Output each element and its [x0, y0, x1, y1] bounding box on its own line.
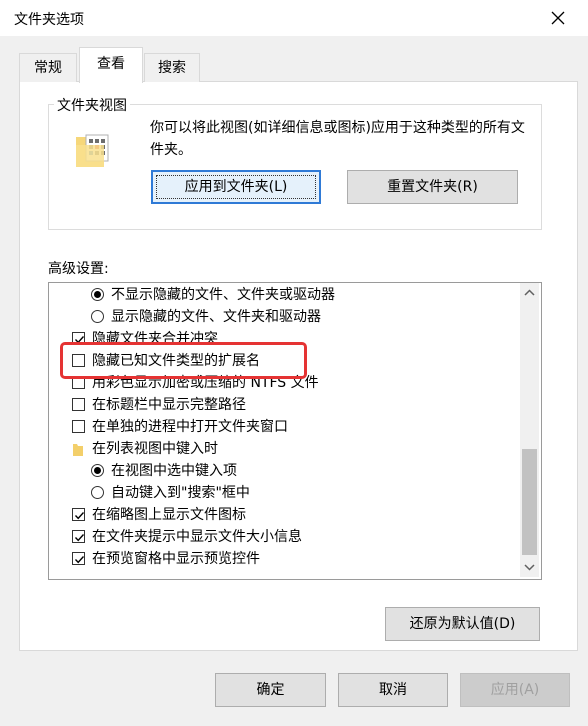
checkbox-checked[interactable]	[72, 552, 85, 565]
apply-to-folders-button[interactable]: 应用到文件夹(L)	[151, 170, 321, 204]
list-item-label: 在列表视图中键入时	[92, 441, 218, 457]
list-item-label: 显示隐藏的文件、文件夹和驱动器	[111, 309, 321, 325]
checkbox[interactable]	[72, 420, 85, 433]
restore-defaults-button[interactable]: 还原为默认值(D)	[385, 607, 540, 641]
radio-button[interactable]	[91, 310, 104, 323]
scroll-up-icon[interactable]	[520, 283, 539, 303]
folder-icon	[72, 442, 84, 456]
tab-search[interactable]: 搜索	[144, 53, 200, 82]
radio-button[interactable]	[91, 486, 104, 499]
list-item-label: 在文件夹提示中显示文件大小信息	[92, 529, 302, 545]
radio-button[interactable]	[91, 288, 104, 301]
list-item-label: 在标题栏中显示完整路径	[92, 397, 246, 413]
close-icon[interactable]	[546, 6, 570, 30]
window-title: 文件夹选项	[14, 12, 84, 28]
tab-general[interactable]: 常规	[19, 53, 77, 82]
folder-views-description: 你可以将此视图(如详细信息或图标)应用于这种类型的所有文件夹。	[150, 120, 525, 158]
highlight-annotation	[60, 342, 307, 379]
list-item-label: 在单独的进程中打开文件夹窗口	[92, 419, 288, 435]
list-item-label: 在视图中选中键入项	[111, 463, 237, 479]
reset-folders-button[interactable]: 重置文件夹(R)	[347, 170, 518, 204]
title-bar	[0, 0, 588, 36]
scroll-down-icon[interactable]	[520, 557, 539, 577]
tab-view[interactable]: 查看	[79, 47, 143, 83]
scrollbar-thumb[interactable]	[522, 449, 537, 555]
ok-button[interactable]: 确定	[215, 673, 326, 707]
apply-button[interactable]: 应用(A)	[460, 673, 570, 707]
list-item-label: 在缩略图上显示文件图标	[92, 507, 246, 523]
checkbox-checked[interactable]	[72, 508, 85, 521]
cancel-button[interactable]: 取消	[338, 673, 448, 707]
advanced-settings-label: 高级设置:	[48, 261, 109, 277]
list-item-label: 自动键入到"搜索"框中	[111, 485, 250, 501]
checkbox-checked[interactable]	[72, 530, 85, 543]
folder-views-legend: 文件夹视图	[54, 95, 130, 115]
radio-button[interactable]	[91, 464, 104, 477]
advanced-settings-list[interactable]: 不显示隐藏的文件、文件夹或驱动器 显示隐藏的文件、文件夹和驱动器 隐藏文件夹合并…	[48, 282, 542, 580]
folder-grid-icon	[74, 131, 114, 171]
list-item-label: 不显示隐藏的文件、文件夹或驱动器	[111, 287, 335, 303]
list-item-label: 在预览窗格中显示预览控件	[92, 551, 260, 567]
checkbox[interactable]	[72, 398, 85, 411]
